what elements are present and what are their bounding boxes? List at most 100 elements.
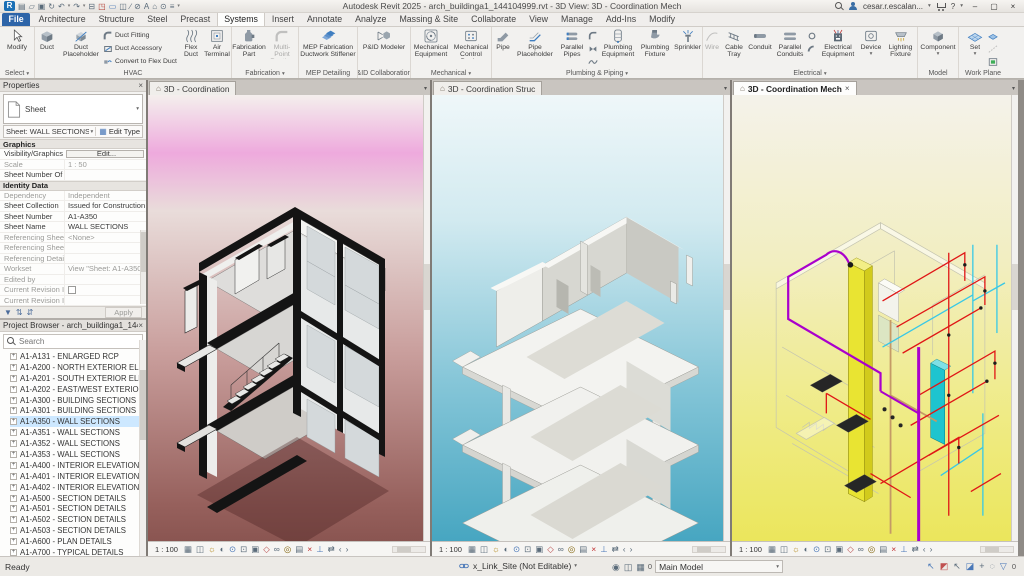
property-row[interactable]: Scale 1 : 50 xyxy=(0,159,146,170)
conduit-fitting-button[interactable] xyxy=(807,29,818,42)
default-3d-view-icon[interactable]: ⌂ xyxy=(152,2,157,11)
convert-to-flex-duct-button[interactable]: Convert to Flex Duct xyxy=(103,55,179,68)
worksharing-display-icon[interactable]: ⇄ xyxy=(612,544,619,554)
app-menu-icon[interactable]: R xyxy=(4,1,15,11)
component-button[interactable]: Component ▾ xyxy=(918,27,958,69)
tab-list-icon[interactable]: ▾ xyxy=(724,85,727,92)
thin-lines-icon[interactable]: ≡ xyxy=(170,2,175,11)
panel-label-select[interactable]: Select ▾ xyxy=(0,69,34,78)
sun-path-icon[interactable]: ☼ xyxy=(492,544,500,554)
sheet-item[interactable]: + A1-A202 - EAST/WEST EXTERIOR ELEVAT xyxy=(10,384,146,395)
set-work-plane-button[interactable]: Set ▾ xyxy=(962,27,988,69)
parallel-conduits-button[interactable]: Parallel Conduits xyxy=(773,27,807,69)
view-tab-coordination-struc[interactable]: ⌂ 3D - Coordination Struc xyxy=(433,81,543,95)
property-row[interactable]: Sheet Name WALL SECTIONS xyxy=(0,222,146,233)
horizontal-scrollbar[interactable] xyxy=(980,545,1014,553)
panel-label-pid[interactable]: P&ID Collaboration▾ xyxy=(358,69,410,78)
reveal-hidden-icon[interactable]: ◎ xyxy=(868,544,875,554)
expand-icon[interactable]: + xyxy=(10,429,17,437)
electrical-launcher-icon[interactable]: ▾ xyxy=(824,71,827,77)
help-dropdown-icon[interactable]: ▾ xyxy=(960,3,963,9)
close-button[interactable]: × xyxy=(1006,2,1020,11)
scale-button[interactable]: 1 : 100 xyxy=(736,544,765,555)
canvas-coordination-mech[interactable] xyxy=(732,95,1018,541)
panel-label-hvac[interactable]: HVAC xyxy=(35,69,231,78)
plumbing-fixture-button[interactable]: Plumbing Fixture xyxy=(637,27,673,69)
tab-massing-site[interactable]: Massing & Site xyxy=(393,13,465,26)
expand-icon[interactable]: + xyxy=(10,483,17,491)
sheet-item[interactable]: + A1-A131 - ENLARGED RCP xyxy=(10,351,146,362)
property-value[interactable]: Edit... xyxy=(66,150,144,158)
temp-view-props-icon[interactable]: ▤ xyxy=(579,544,587,554)
select-by-face-icon[interactable]: ◪ xyxy=(966,561,975,571)
expand-icon[interactable]: + xyxy=(10,363,17,371)
sheet-item[interactable]: + A1-A352 - WALL SECTIONS xyxy=(10,438,146,449)
electrical-equipment-button[interactable]: Electrical Equipment xyxy=(818,27,858,69)
property-value[interactable] xyxy=(64,243,146,253)
plumbing-launcher-icon[interactable]: ▾ xyxy=(625,71,628,77)
modify-button[interactable]: Modify xyxy=(0,27,34,69)
sheet-item[interactable]: + A1-A350 - WALL SECTIONS xyxy=(10,416,146,428)
sheet-item[interactable]: + A1-A402 - INTERIOR ELEVATIONS xyxy=(10,482,146,493)
sheet-item[interactable]: + A1-A401 - INTERIOR ELEVATIONS xyxy=(10,471,146,482)
tab-steel[interactable]: Steel xyxy=(141,13,174,26)
view-tab-coordination-mech[interactable]: ⌂ 3D - Coordination Mech × xyxy=(733,81,857,95)
text-icon[interactable]: A xyxy=(144,2,149,11)
property-row[interactable]: Workset View "Sheet: A1-A350... xyxy=(0,264,146,275)
expand-icon[interactable]: + xyxy=(10,385,17,393)
expand-icon[interactable]: + xyxy=(10,418,17,426)
help-icon[interactable]: ? xyxy=(951,2,955,11)
property-row[interactable]: Referencing Sheet xyxy=(0,243,146,254)
property-value[interactable]: 1 : 50 xyxy=(64,159,146,169)
active-link-indicator[interactable]: x_Link_Site (Not Editable) ▾ xyxy=(458,561,577,571)
type-selector-dropdown-icon[interactable]: ▾ xyxy=(136,106,139,112)
sheet-item[interactable]: + A1-A500 - SECTION DETAILS xyxy=(10,493,146,504)
property-value[interactable] xyxy=(64,253,146,263)
lighting-fixture-button[interactable]: Lighting Fixture xyxy=(884,27,917,69)
expand-icon[interactable]: + xyxy=(10,505,17,513)
design-options-icon[interactable]: ▦ xyxy=(636,562,645,572)
duct-accessory-button[interactable]: Duct Accessory xyxy=(103,42,179,55)
tab-systems[interactable]: Systems xyxy=(216,12,266,26)
cope-icon[interactable]: ◫ xyxy=(119,2,127,11)
modify-marker-icon[interactable]: ◳ xyxy=(98,2,106,11)
browser-search-box[interactable] xyxy=(3,334,143,349)
show-work-plane-button[interactable] xyxy=(988,29,1004,42)
reveal-constraints-icon[interactable]: ⊥ xyxy=(316,544,323,554)
select-links-icon[interactable]: ↖ xyxy=(927,561,935,571)
print-icon[interactable]: ⊟ xyxy=(88,2,95,11)
duct-placeholder-button[interactable]: Duct Placeholder xyxy=(59,27,103,69)
visual-style-icon[interactable]: ◫ xyxy=(196,544,204,554)
hide-isolate-icon[interactable]: ∞ xyxy=(858,544,864,554)
cable-tray-button[interactable]: Cable Tray xyxy=(721,27,747,69)
properties-scrollbar[interactable] xyxy=(140,230,146,304)
scroll-right-icon[interactable]: › xyxy=(346,544,349,554)
sheet-item[interactable]: + A1-A301 - BUILDING SECTIONS xyxy=(10,405,146,416)
property-value[interactable]: Independent xyxy=(64,190,146,200)
worksets-icon[interactable]: ◫ xyxy=(624,562,633,572)
hide-analytical-icon[interactable]: × xyxy=(891,544,896,554)
vertical-scrollbar[interactable] xyxy=(723,95,730,541)
horizontal-scrollbar[interactable] xyxy=(392,545,426,553)
pipe-accessory-button[interactable] xyxy=(588,42,599,55)
property-row[interactable]: Edited by xyxy=(0,274,146,285)
scroll-right-icon[interactable]: › xyxy=(630,544,633,554)
edit-type-button[interactable]: ▦ Edit Type xyxy=(95,127,140,136)
expand-icon[interactable]: + xyxy=(10,352,17,360)
duct-fitting-button[interactable]: Duct Fitting xyxy=(103,29,179,42)
property-row[interactable]: Referencing Sheet C... <None> xyxy=(0,232,146,243)
sheet-item[interactable]: + A1-A300 - BUILDING SECTIONS xyxy=(10,395,146,406)
filter-icon[interactable]: ▽ xyxy=(1000,561,1007,571)
scale-button[interactable]: 1 : 100 xyxy=(436,544,465,555)
panel-label-model[interactable]: Model xyxy=(918,69,958,78)
rendering-icon[interactable]: ⊙ xyxy=(813,544,820,554)
mep-fabrication-ductwork-stiffener-button[interactable]: MEP Fabrication Ductwork Stiffener xyxy=(299,27,357,69)
expand-icon[interactable]: + xyxy=(10,527,17,535)
property-row[interactable]: Current Revision Issu... xyxy=(0,285,146,296)
property-value[interactable]: WALL SECTIONS xyxy=(64,222,146,232)
tab-insert[interactable]: Insert xyxy=(265,13,300,26)
reveal-constraints-icon[interactable]: ⊥ xyxy=(900,544,907,554)
viewer-button[interactable] xyxy=(988,55,1004,68)
project-browser-close-icon[interactable]: × xyxy=(138,321,143,330)
expand-icon[interactable]: + xyxy=(10,407,17,415)
